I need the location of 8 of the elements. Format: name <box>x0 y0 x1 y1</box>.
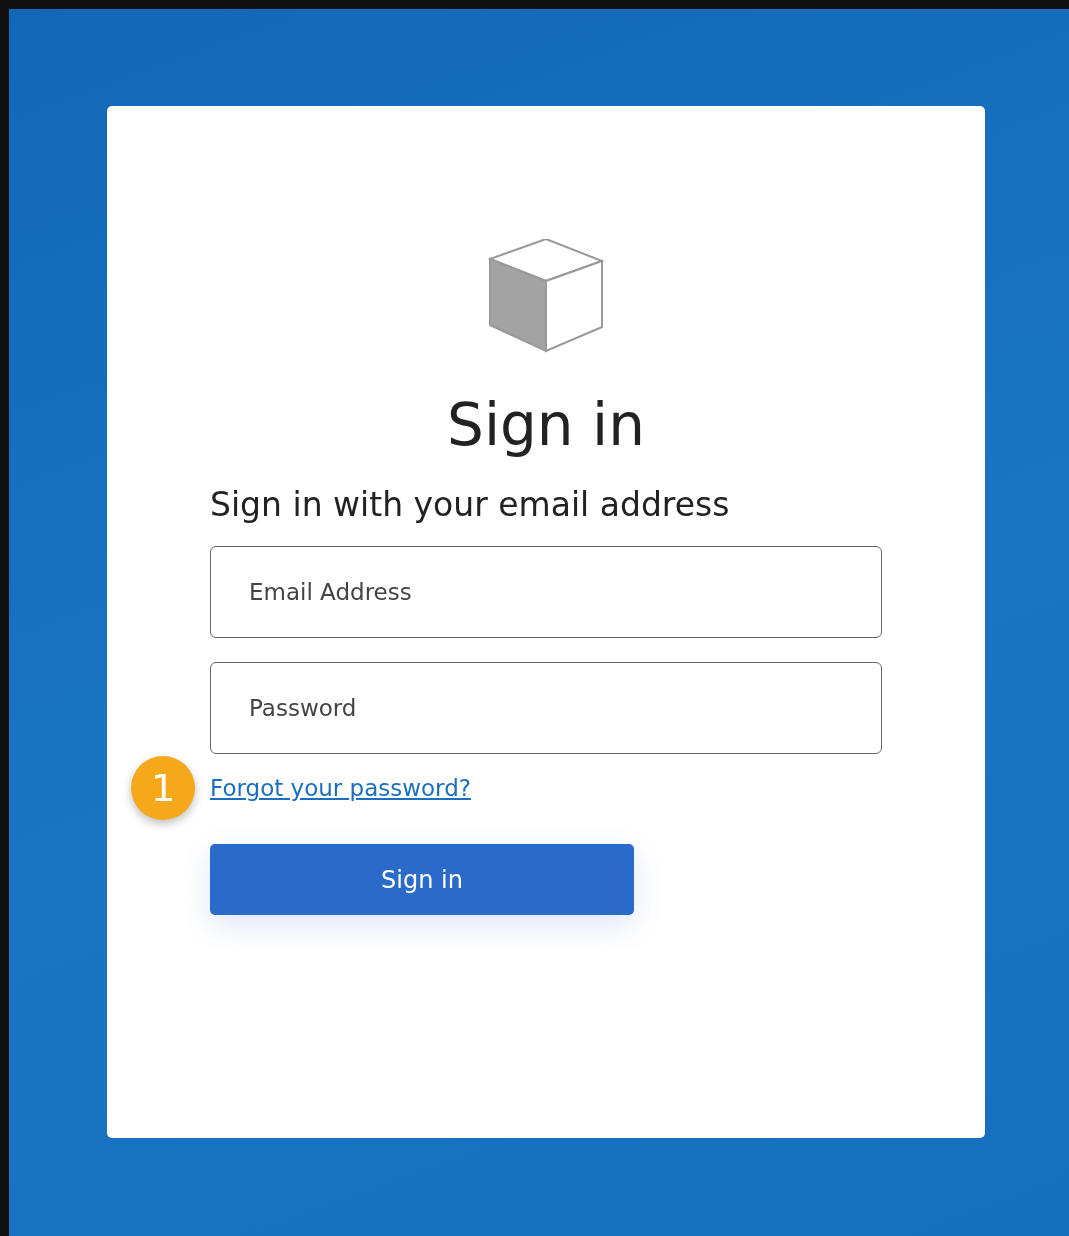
subtitle: Sign in with your email address <box>210 484 731 525</box>
callout-badge: 1 <box>131 756 195 821</box>
page-title: Sign in <box>447 391 645 461</box>
forgot-password-link[interactable]: Forgot your password? <box>210 775 471 802</box>
cube-icon <box>488 239 604 353</box>
input-field[interactable]: Password <box>210 662 882 755</box>
input-field[interactable]: Email Address <box>210 546 882 639</box>
sign-in-button[interactable]: Sign in <box>210 844 634 916</box>
